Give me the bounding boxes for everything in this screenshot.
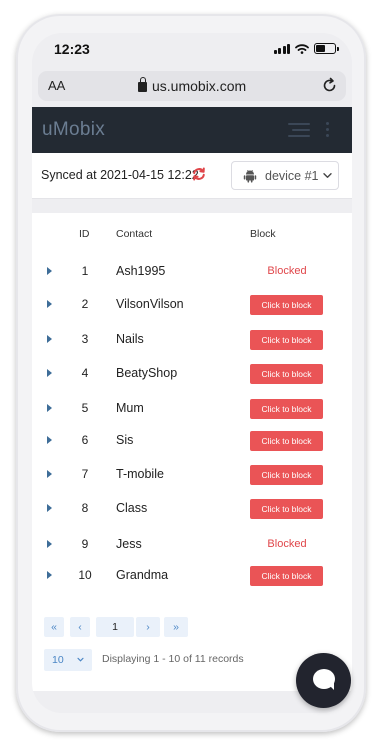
chevron-down-icon xyxy=(77,657,84,662)
text-size-label: AA xyxy=(48,78,66,93)
block-button[interactable]: Click to block xyxy=(250,431,323,451)
row-id: 2 xyxy=(81,297,89,311)
app-logo[interactable]: uMobix xyxy=(42,119,105,141)
phone-screen: 12:23 AA us.umobix.com uMobix Synced at … xyxy=(32,33,352,713)
status-time: 12:23 xyxy=(54,41,90,57)
chat-button[interactable] xyxy=(296,653,351,708)
reload-icon[interactable] xyxy=(321,77,338,94)
prev-page-button[interactable]: ‹ xyxy=(70,617,90,637)
wifi-icon xyxy=(295,43,309,54)
block-button[interactable]: Click to block xyxy=(250,399,323,419)
column-header-contact: Contact xyxy=(116,228,153,240)
column-header-block: Block xyxy=(250,228,276,240)
status-bar: 12:23 xyxy=(32,33,352,67)
row-id: 8 xyxy=(81,501,89,515)
block-button[interactable]: Click to block xyxy=(250,499,323,519)
expand-row-icon[interactable] xyxy=(47,470,52,478)
last-page-button[interactable]: » xyxy=(164,617,188,637)
device-selector[interactable]: device #1 xyxy=(231,161,339,190)
expand-row-icon[interactable] xyxy=(47,300,52,308)
row-id: 4 xyxy=(81,366,89,380)
row-contact: VilsonVilson xyxy=(116,297,184,311)
more-options-icon[interactable] xyxy=(326,122,329,137)
signal-icon xyxy=(273,43,290,54)
row-contact: Class xyxy=(116,501,148,515)
current-page-button[interactable]: 1 xyxy=(96,617,134,637)
row-id: 3 xyxy=(81,332,89,346)
records-count: Displaying 1 - 10 of 11 records xyxy=(102,653,244,665)
app-header: uMobix xyxy=(32,107,352,153)
per-page-value: 10 xyxy=(52,654,64,666)
lock-icon xyxy=(138,77,147,92)
row-contact: T-mobile xyxy=(116,467,164,481)
expand-row-icon[interactable] xyxy=(47,404,52,412)
expand-row-icon[interactable] xyxy=(47,335,52,343)
block-button[interactable]: Click to block xyxy=(250,364,323,384)
per-page-select[interactable]: 10 xyxy=(44,649,92,671)
block-button[interactable]: Click to block xyxy=(250,295,323,315)
next-page-button[interactable]: › xyxy=(136,617,160,637)
expand-row-icon[interactable] xyxy=(47,267,52,275)
stage: 12:23 AA us.umobix.com uMobix Synced at … xyxy=(0,0,382,750)
block-button[interactable]: Click to block xyxy=(250,330,323,350)
row-id: 7 xyxy=(81,467,89,481)
row-id: 9 xyxy=(81,537,89,551)
row-id: 1 xyxy=(81,264,89,278)
battery-icon xyxy=(314,43,339,54)
url-display[interactable]: us.umobix.com xyxy=(138,77,247,94)
block-button[interactable]: Click to block xyxy=(250,566,323,586)
chevron-down-icon xyxy=(323,173,332,178)
sync-status: Synced at 2021-04-15 12:22 xyxy=(41,168,199,182)
row-contact: Nails xyxy=(116,332,144,346)
url-text: us.umobix.com xyxy=(152,78,247,94)
row-contact: Grandma xyxy=(116,568,169,582)
text-size-button[interactable]: AA xyxy=(48,78,65,93)
sync-bar: Synced at 2021-04-15 12:22 device #1 xyxy=(32,153,352,199)
row-contact: Jess xyxy=(116,537,142,551)
expand-row-icon[interactable] xyxy=(47,540,52,548)
menu-icon[interactable] xyxy=(288,123,310,137)
device-label: device #1 xyxy=(265,169,319,183)
row-id: 10 xyxy=(78,568,92,582)
row-id: 5 xyxy=(81,401,89,415)
row-contact: Sis xyxy=(116,433,134,447)
expand-row-icon[interactable] xyxy=(47,571,52,579)
row-contact: Ash1995 xyxy=(116,264,166,278)
browser-address-bar[interactable]: AA us.umobix.com xyxy=(38,71,346,101)
expand-row-icon[interactable] xyxy=(47,369,52,377)
android-icon xyxy=(243,169,257,183)
row-contact: Mum xyxy=(116,401,144,415)
refresh-icon[interactable] xyxy=(192,167,206,181)
blocked-status: Blocked xyxy=(267,265,307,277)
first-page-button[interactable]: « xyxy=(44,617,64,637)
expand-row-icon[interactable] xyxy=(47,504,52,512)
status-icons xyxy=(273,43,339,54)
row-contact: BeatyShop xyxy=(116,366,178,380)
block-button[interactable]: Click to block xyxy=(250,465,323,485)
blocked-status: Blocked xyxy=(267,538,307,550)
row-id: 6 xyxy=(81,433,89,447)
expand-row-icon[interactable] xyxy=(47,436,52,444)
column-header-id: ID xyxy=(79,228,90,240)
